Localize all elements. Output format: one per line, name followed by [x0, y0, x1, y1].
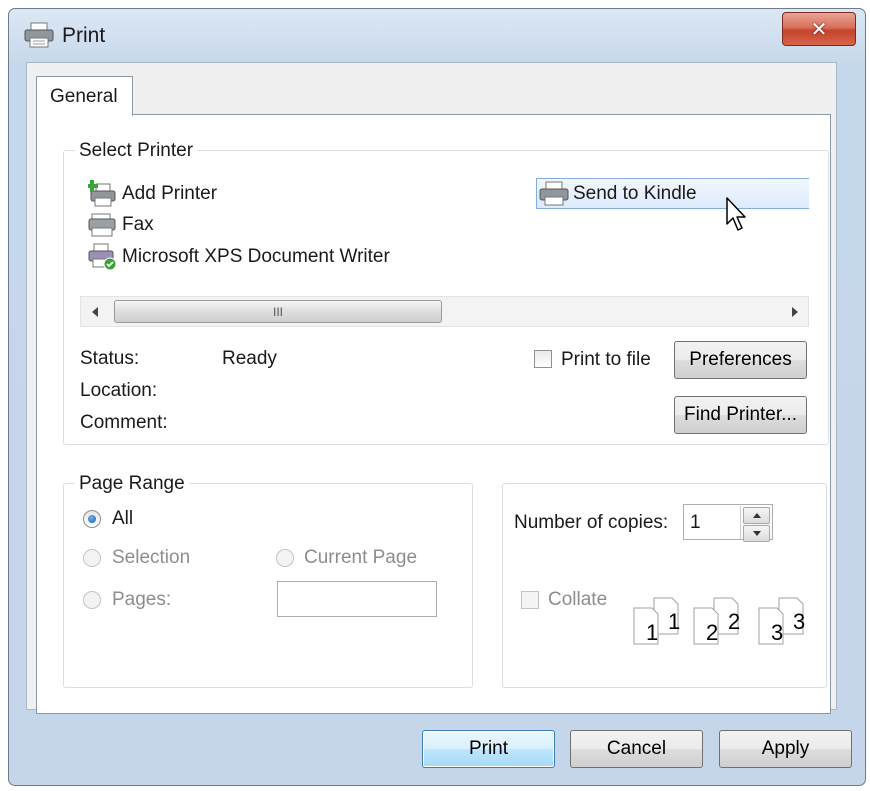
- printer-item-add-printer[interactable]: Add Printer: [88, 180, 217, 208]
- cancel-button-label: Cancel: [606, 738, 667, 759]
- collate-page-label: 1: [646, 620, 658, 645]
- xps-printer-icon: [88, 243, 117, 271]
- print-to-file-label: Print to file: [561, 349, 651, 370]
- fax-icon: [88, 213, 116, 237]
- preferences-button[interactable]: Preferences: [674, 341, 807, 379]
- all-radio-label: All: [112, 508, 134, 529]
- chevron-down-icon: [752, 531, 761, 536]
- apply-button[interactable]: Apply: [719, 730, 852, 768]
- comment-label: Comment:: [80, 412, 168, 433]
- printer-name: Fax: [122, 214, 154, 235]
- collate-page-label: 3: [771, 620, 783, 645]
- current-page-radio[interactable]: [276, 549, 294, 567]
- pages-radio-label: Pages:: [112, 589, 172, 610]
- window-title: Print: [62, 24, 106, 47]
- scrollbar-thumb[interactable]: III: [114, 300, 442, 323]
- collate-page-label: 2: [728, 609, 740, 634]
- printer-list-scrollbar[interactable]: III: [80, 296, 809, 327]
- close-icon: ✕: [810, 18, 828, 41]
- page-range-group-label: Page Range: [75, 473, 189, 495]
- printer-name: Send to Kindle: [573, 182, 697, 204]
- number-of-copies-value: 1: [690, 512, 701, 533]
- collate-page-label: 1: [668, 609, 680, 634]
- selection-radio-label: Selection: [112, 547, 191, 568]
- printer-item-send-to-kindle[interactable]: Send to Kindle: [536, 178, 809, 209]
- mouse-cursor-icon: [726, 197, 746, 231]
- add-printer-icon: [88, 180, 116, 207]
- status-value: Ready: [222, 348, 277, 369]
- print-button[interactable]: Print: [422, 730, 555, 768]
- scrollbar-grip: III: [272, 304, 283, 319]
- scroll-right-arrow-icon[interactable]: [791, 307, 799, 317]
- pages-radio[interactable]: [83, 591, 101, 609]
- location-label: Location:: [80, 380, 158, 401]
- spin-up-button[interactable]: [743, 507, 770, 524]
- scroll-left-arrow-icon[interactable]: [91, 307, 99, 317]
- copies-spinner[interactable]: [740, 506, 772, 542]
- collate-checkbox[interactable]: [521, 591, 539, 609]
- print-to-file-checkbox[interactable]: [534, 350, 552, 368]
- printer-name: Add Printer: [122, 183, 218, 204]
- printer-name: Microsoft XPS Document Writer: [122, 246, 390, 267]
- printer-item-xps[interactable]: Microsoft XPS Document Writer: [88, 243, 390, 271]
- printer-icon: [24, 22, 54, 48]
- spin-down-button[interactable]: [743, 525, 770, 542]
- printer-item-fax[interactable]: Fax: [88, 212, 154, 238]
- find-printer-button-label: Find Printer...: [684, 404, 797, 425]
- status-label: Status:: [80, 348, 140, 369]
- all-radio[interactable]: [83, 510, 101, 528]
- print-button-label: Print: [468, 738, 509, 759]
- collate-page-label: 3: [793, 609, 805, 634]
- apply-button-label: Apply: [761, 738, 810, 759]
- collate-label: Collate: [548, 589, 608, 610]
- tab-general[interactable]: General: [36, 76, 133, 116]
- find-printer-button[interactable]: Find Printer...: [674, 396, 807, 434]
- tab-general-label: General: [50, 86, 118, 107]
- selection-radio[interactable]: [83, 549, 101, 567]
- cancel-button[interactable]: Cancel: [570, 730, 703, 768]
- printer-icon: [539, 181, 569, 205]
- collate-illustration: 1 1 2 2 3 3: [633, 597, 805, 645]
- current-page-radio-label: Current Page: [304, 547, 418, 568]
- select-printer-group-label: Select Printer: [75, 140, 198, 162]
- chevron-up-icon: [752, 513, 761, 518]
- collate-page-label: 2: [706, 620, 718, 645]
- pages-input[interactable]: [277, 581, 437, 617]
- number-of-copies-label: Number of copies:: [514, 512, 669, 533]
- preferences-button-label: Preferences: [689, 349, 792, 370]
- close-button[interactable]: ✕: [782, 12, 856, 46]
